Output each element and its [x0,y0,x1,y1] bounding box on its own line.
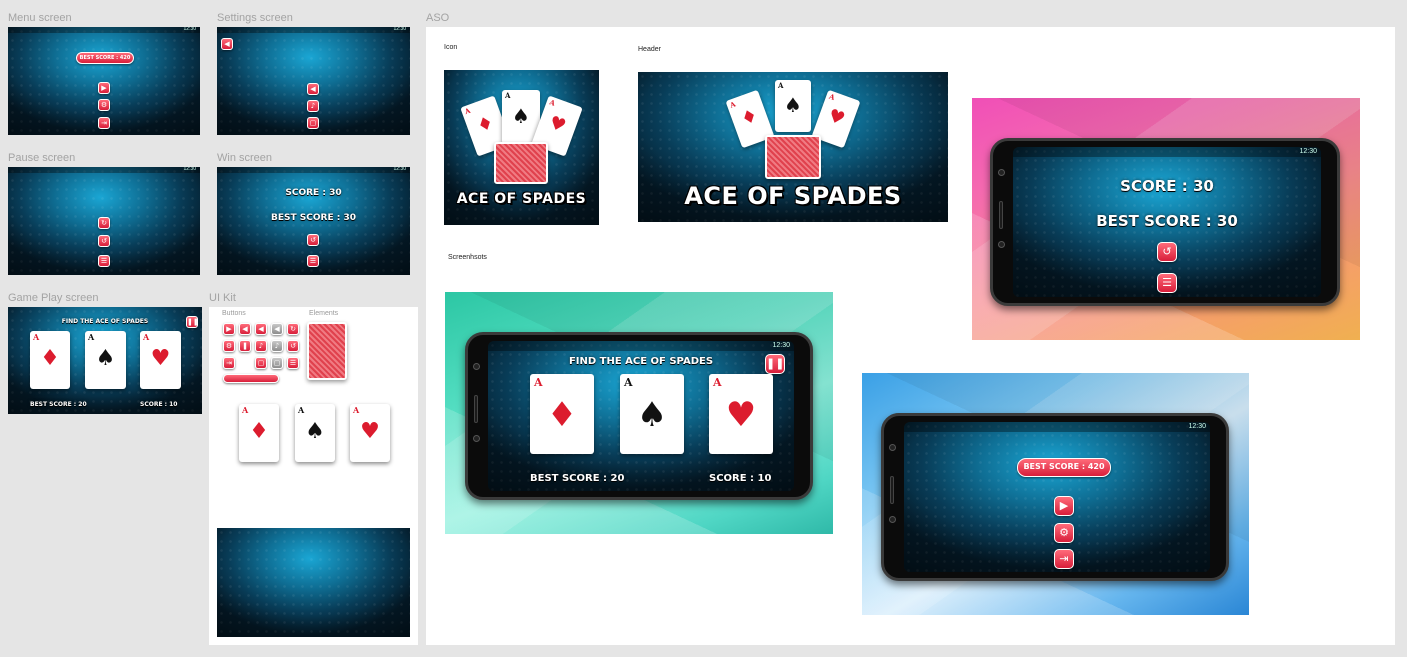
status-bar: 12:30 [217,167,410,173]
gameplay-screen[interactable]: FIND THE ACE OF SPADES ❚❚ A ♦ A ♠ A ♥ BE… [8,307,202,414]
icon-label: Icon [444,44,458,51]
board-label-aso: ASO [426,12,450,24]
best-score-text: BEST SCORE : 20 [530,473,625,484]
card-back [307,322,347,380]
board-label-pause: Pause screen [8,152,76,164]
uikit-board: Buttons Elements ▶ ◀ ◀ ◀ ↻ ⚙ ❚ ♪ ♪ ↺ ⇥ ▢… [209,307,418,645]
header-artwork: A ♦ A ♠ A ♥ ACE OF SPADES [638,72,948,222]
menu-screen: 12:30 BEST SCORE : 420 ▶ ⚙ ⇥ [904,422,1210,572]
speaker-off-icon[interactable]: ◀ [271,323,283,335]
list-icon[interactable]: ☰ [307,255,319,267]
score-text: SCORE : 10 [709,473,772,484]
app-icon-artwork: A ♦ A ♠ A ♥ ACE OF SPADES [444,70,599,225]
pause-icon[interactable]: ❚ [239,340,251,352]
music-off-icon[interactable]: ♪ [271,340,283,352]
play-icon[interactable]: ▶ [223,323,235,335]
score-text: SCORE : 10 [140,401,178,408]
game-title: ACE OF SPADES [456,191,587,207]
resume-icon[interactable]: ↻ [98,217,110,229]
best-score-text: BEST SCORE : 30 [1096,212,1238,230]
card-back [494,142,548,184]
board-label-uikit: UI Kit [209,292,236,304]
speaker-icon[interactable]: ◀ [255,323,267,335]
back-icon[interactable]: ◀ [221,38,233,50]
card-heart-ace[interactable]: A ♥ [140,331,181,389]
gameplay-title: FIND THE ACE OF SPADES [61,318,149,325]
phone-frame: 12:30 FIND THE ACE OF SPADES ❚❚ A ♦ A ♠ A ♥… [465,332,813,500]
best-score-badge: BEST SCORE : 420 [76,52,134,64]
card-spade-ace: A ♠ [775,80,811,132]
score-text: SCORE : 30 [285,188,342,198]
exit-icon[interactable]: ⇥ [98,117,110,129]
vibration-icon[interactable]: ▢ [255,357,267,369]
list-icon: ☰ [1157,273,1177,293]
pause-icon: ❚❚ [765,354,785,374]
score-text: SCORE : 30 [1120,177,1214,195]
board-label-win: Win screen [217,152,273,164]
exit-icon[interactable]: ⇥ [223,357,235,369]
list-icon[interactable]: ☰ [98,255,110,267]
aso-board: Icon Header Screenhsots A ♦ A ♠ A ♥ ACE OF … [426,27,1395,645]
game-title: ACE OF SPADES [684,182,902,210]
speaker-icon[interactable]: ◀ [307,83,319,95]
phone-frame: 12:30 SCORE : 30 BEST SCORE : 30 ↺ ☰ [990,138,1340,306]
screenshot-menu: 12:30 BEST SCORE : 420 ▶ ⚙ ⇥ [862,373,1249,615]
gear-icon[interactable]: ⚙ [98,99,110,111]
board-label-settings: Settings screen [217,12,293,24]
resume-icon[interactable]: ↻ [287,323,299,335]
card-diamond-ace: A ♦ [239,404,279,462]
pause-icon[interactable]: ❚❚ [186,316,199,328]
card-spade-ace: A ♠ [620,374,684,454]
best-score-text: BEST SCORE : 30 [271,213,356,223]
restart-icon[interactable]: ↺ [98,235,110,247]
card-spade-ace[interactable]: A ♠ [85,331,126,389]
music-note-icon[interactable]: ♪ [255,340,267,352]
status-bar: 12:30 [8,167,200,173]
settings-screen[interactable]: 12:30 ◀ ◀ ♪ ▢ [217,27,410,135]
best-score-text: BEST SCORE : 20 [30,401,87,408]
card-heart-ace: A ♥ [350,404,390,462]
board-label-menu: Menu screen [8,12,72,24]
music-note-icon[interactable]: ♪ [307,100,319,112]
screenshot-gameplay: 12:30 FIND THE ACE OF SPADES ❚❚ A ♦ A ♠ A ♥… [445,292,833,534]
vibration-icon[interactable]: ▢ [307,117,319,129]
gear-icon[interactable]: ⚙ [223,340,235,352]
background-tile [217,528,410,637]
restart-icon[interactable]: ↺ [307,234,319,246]
status-bar: 12:30 [217,27,410,33]
menu-screen[interactable]: 12:30 BEST SCORE : 420 ▶ ⚙ ⇥ [8,27,200,135]
vibration-off-icon[interactable]: ▢ [271,357,283,369]
list-icon[interactable]: ☰ [287,357,299,369]
status-bar: 12:30 [8,27,200,33]
exit-icon: ⇥ [1054,549,1074,569]
screenshots-label: Screenhsots [448,254,487,261]
gameplay-title: FIND THE ACE OF SPADES [568,356,714,367]
card-spade-ace: A ♠ [295,404,335,462]
card-diamond-ace: A ♦ [530,374,594,454]
buttons-label: Buttons [222,310,246,317]
status-bar: 12:30 [488,341,794,351]
pause-screen[interactable]: 12:30 ↻ ↺ ☰ [8,167,200,275]
pill-button[interactable] [223,374,279,383]
header-label: Header [638,46,661,53]
gameplay-screen: 12:30 FIND THE ACE OF SPADES ❚❚ A ♦ A ♠ A ♥… [488,341,794,491]
status-bar: 12:30 [1013,147,1321,157]
gear-icon: ⚙ [1054,523,1074,543]
restart-icon: ↺ [1157,242,1177,262]
play-icon[interactable]: ▶ [98,82,110,94]
win-screen[interactable]: 12:30 SCORE : 30 BEST SCORE : 30 ↺ ☰ [217,167,410,275]
back-icon[interactable]: ◀ [239,323,251,335]
board-label-gameplay: Game Play screen [8,292,99,304]
screenshot-win: 12:30 SCORE : 30 BEST SCORE : 30 ↺ ☰ [972,98,1360,340]
card-back [765,135,821,179]
best-score-badge: BEST SCORE : 420 [1017,458,1111,477]
card-diamond-ace[interactable]: A ♦ [30,331,70,389]
restart-icon[interactable]: ↺ [287,340,299,352]
win-screen: 12:30 SCORE : 30 BEST SCORE : 30 ↺ ☰ [1013,147,1321,297]
play-icon: ▶ [1054,496,1074,516]
status-bar: 12:30 [904,422,1210,432]
card-heart-ace: A ♥ [709,374,773,454]
phone-frame: 12:30 BEST SCORE : 420 ▶ ⚙ ⇥ [881,413,1229,581]
elements-label: Elements [309,310,339,317]
